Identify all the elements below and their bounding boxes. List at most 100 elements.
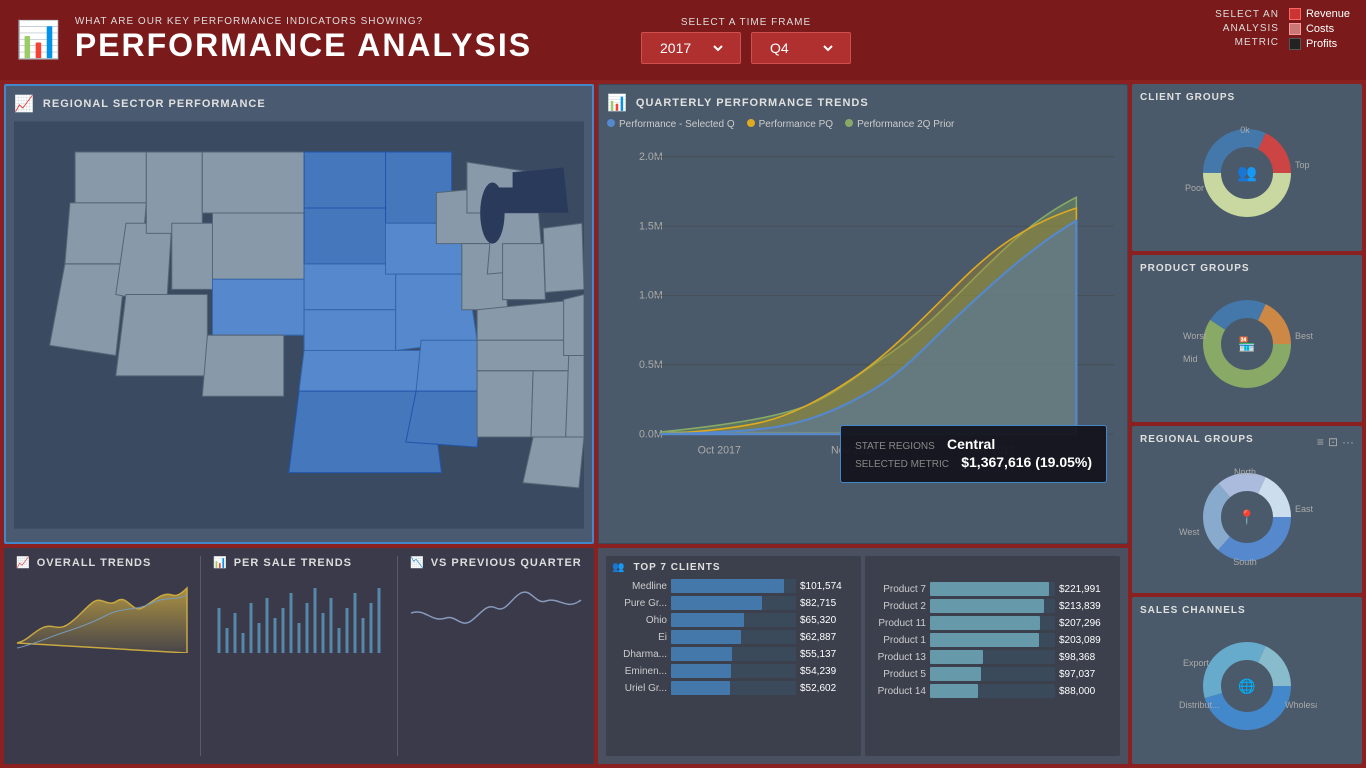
legend-profits[interactable]: Profits [1289,38,1350,50]
client-bar-6 [671,664,796,678]
product-item-1: Product 7 $221,991 [871,582,1114,596]
product-value-6: $97,037 [1059,669,1114,680]
svg-text:Top: Top [1295,160,1310,170]
products-panel: Product 7 $221,991 Product 2 $213,839 Pr… [865,556,1120,756]
product-bar-7 [930,684,1055,698]
regional-groups-icons[interactable]: ≡ ⊡ ··· [1317,435,1354,449]
regional-groups-donut: 📍 North East South West [1177,467,1317,567]
svg-text:North: North [1234,467,1256,477]
product-value-2: $213,839 [1059,601,1114,612]
product-item-7: Product 14 $88,000 [871,684,1114,698]
quarterly-chart-svg: 2.0M 1.5M 1.0M 0.5M 0.0M Oct 2017 Nov 20… [607,134,1119,506]
client-item-6: Eminen... $54,239 [612,664,855,678]
product-bar-2 [930,599,1055,613]
costs-label: Costs [1306,23,1334,35]
client-name-3: Ohio [612,615,667,626]
year-dropdown[interactable]: 2017 2016 2015 2018 [641,32,741,64]
main-grid: 📈 REGIONAL SECTOR PERFORMANCE [0,80,1366,768]
regional-groups-header: REGIONAL GROUPS ≡ ⊡ ··· [1140,434,1354,449]
svg-text:South: South [1233,557,1257,567]
client-fill-1 [671,579,784,593]
client-value-2: $82,715 [800,598,855,609]
regional-icon: 📈 [14,94,35,114]
svg-text:East: East [1295,504,1314,514]
legend-costs[interactable]: Costs [1289,23,1350,35]
header-title: PERFORMANCE ANALYSIS [75,27,532,64]
product-bar-5 [930,650,1055,664]
product-item-2: Product 2 $213,839 [871,599,1114,613]
client-name-4: Ei [612,632,667,643]
client-groups-donut: 👥 0k Top Poor [1177,123,1317,223]
sales-channels-panel: SALES CHANNELS 🌐 Export Distribut... Who… [1132,597,1362,764]
products-list: Product 7 $221,991 Product 2 $213,839 Pr… [871,582,1114,698]
us-map-svg[interactable] [14,120,584,530]
regional-panel-title: 📈 REGIONAL SECTOR PERFORMANCE [14,94,584,114]
header-icon: 📊 [16,19,61,61]
client-groups-panel: CLIENT GROUPS 👥 0k Top Poor [1132,84,1362,251]
client-fill-5 [671,647,732,661]
overall-sparkline [16,573,188,653]
regional-panel: 📈 REGIONAL SECTOR PERFORMANCE [4,84,594,544]
product-name-3: Product 11 [871,618,926,629]
year-select[interactable]: 2017 2016 2015 2018 [656,39,726,57]
quarter-dropdown[interactable]: Q4 Q1 Q2 Q3 [751,32,851,64]
product-fill-4 [930,633,1039,647]
client-fill-3 [671,613,744,627]
more-icon[interactable]: ··· [1342,435,1354,449]
product-fill-3 [930,616,1040,630]
product-name-5: Product 13 [871,652,926,663]
quarterly-icon: 📊 [607,93,628,113]
product-groups-panel: PRODUCT GROUPS 🏪 Worst Mid Best [1132,255,1362,422]
vs-previous-section: 📉 VS PREVIOUS QUARTER [398,556,594,756]
client-item-1: Medline $101,574 [612,579,855,593]
quarter-select[interactable]: Q4 Q1 Q2 Q3 [766,39,836,57]
clients-icon: 👥 [612,562,625,573]
product-name-7: Product 14 [871,686,926,697]
legend-pq: Performance PQ [747,119,833,130]
clients-panel: 👥 TOP 7 CLIENTS Medline $101,574 Pure Gr… [606,556,861,756]
regional-groups-title: REGIONAL GROUPS [1140,434,1254,445]
product-value-3: $207,296 [1059,618,1114,629]
svg-text:👥: 👥 [1237,165,1257,182]
legend-revenue[interactable]: Revenue [1289,8,1350,20]
overall-trends-icon: 📈 [16,556,31,569]
svg-text:🌐: 🌐 [1238,678,1255,695]
sales-channels-title: SALES CHANNELS [1140,605,1354,616]
client-item-3: Ohio $65,320 [612,613,855,627]
client-bar-1 [671,579,796,593]
product-name-2: Product 2 [871,601,926,612]
client-name-5: Dharma... [612,649,667,660]
per-sale-sparkline [213,573,385,653]
svg-text:📍: 📍 [1238,509,1255,526]
client-name-1: Medline [612,581,667,592]
bottom-left: 📈 OVERALL TRENDS 📊 PER SALE TRENDS [4,548,594,764]
revenue-legend-box [1289,8,1301,20]
menu-icon[interactable]: ≡ [1317,435,1324,449]
analysis-label: SELECT ANANALYSISMETRIC [1215,8,1279,50]
product-fill-5 [930,650,983,664]
client-groups-title: CLIENT GROUPS [1140,92,1354,103]
product-value-4: $203,089 [1059,635,1114,646]
overall-trends-title: 📈 OVERALL TRENDS [16,556,188,569]
product-value-5: $98,368 [1059,652,1114,663]
svg-text:Dec 2017: Dec 2017 [970,444,1016,456]
product-bar-6 [930,667,1055,681]
product-name-1: Product 7 [871,584,926,595]
legend-selected-q: Performance - Selected Q [607,119,735,130]
svg-text:Worst: Worst [1183,331,1207,341]
product-value-1: $221,991 [1059,584,1114,595]
client-name-2: Pure Gr... [612,598,667,609]
svg-text:Poor: Poor [1185,183,1204,193]
client-fill-4 [671,630,741,644]
map-container[interactable] [14,120,584,530]
expand-icon[interactable]: ⊡ [1328,435,1338,449]
svg-text:Best: Best [1295,331,1314,341]
overall-trends-section: 📈 OVERALL TRENDS [4,556,201,756]
quarterly-panel-title: 📊 QUARTERLY PERFORMANCE TRENDS [607,93,1119,113]
per-sale-trends-section: 📊 PER SALE TRENDS [201,556,398,756]
time-frame-label: SELECT A TIME FRAME [681,17,811,28]
header: 📊 WHAT ARE OUR KEY PERFORMANCE INDICATOR… [0,0,1366,80]
regional-groups-panel: REGIONAL GROUPS ≡ ⊡ ··· 📍 North East Sou… [1132,426,1362,593]
svg-text:West: West [1179,527,1200,537]
product-fill-1 [930,582,1049,596]
